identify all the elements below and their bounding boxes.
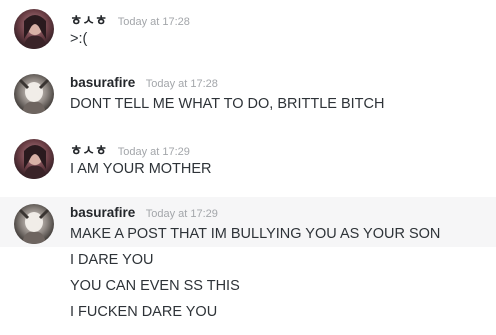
message-text: YOU CAN EVEN SS THIS bbox=[70, 278, 240, 294]
message-text: I AM YOUR MOTHER bbox=[70, 161, 212, 177]
message-header: ㅎㅅㅎ Today at 17:28 bbox=[70, 9, 190, 28]
timestamp: Today at 17:28 bbox=[117, 16, 190, 28]
message-text: I DARE YOU bbox=[70, 252, 154, 268]
avatar[interactable] bbox=[14, 139, 54, 179]
username[interactable]: ㅎㅅㅎ bbox=[70, 143, 107, 158]
user-avatar-image bbox=[14, 74, 54, 114]
user-avatar-image bbox=[14, 9, 54, 49]
avatar[interactable] bbox=[14, 9, 54, 49]
message-header: basurafire Today at 17:28 bbox=[70, 74, 218, 92]
message-text: I FUCKEN DARE YOU bbox=[70, 304, 218, 320]
user-avatar-image bbox=[14, 139, 54, 179]
message-text: DONT TELL ME WHAT TO DO, BRITTLE BITCH bbox=[70, 96, 385, 112]
timestamp: Today at 17:29 bbox=[145, 208, 218, 220]
message-group: ㅎㅅㅎ Today at 17:29 I AM YOUR MOTHER bbox=[0, 130, 496, 190]
timestamp: Today at 17:28 bbox=[145, 78, 218, 90]
chat-message-list: ㅎㅅㅎ Today at 17:28 >:( basurafire Today … bbox=[0, 0, 496, 335]
message-text: MAKE A POST THAT IM BULLYING YOU AS YOUR… bbox=[70, 226, 441, 242]
username[interactable]: ㅎㅅㅎ bbox=[70, 13, 107, 28]
message-header: ㅎㅅㅎ Today at 17:29 bbox=[70, 139, 190, 158]
timestamp: Today at 17:29 bbox=[117, 146, 190, 158]
message-group: basurafire Today at 17:29 MAKE A POST TH… bbox=[0, 195, 496, 335]
username[interactable]: basurafire bbox=[70, 205, 135, 220]
avatar[interactable] bbox=[14, 74, 54, 114]
user-avatar-image bbox=[14, 204, 54, 244]
message-header: basurafire Today at 17:29 bbox=[70, 204, 218, 222]
message-text: >:( bbox=[70, 31, 88, 47]
message-group: ㅎㅅㅎ Today at 17:28 >:( bbox=[0, 0, 496, 60]
username[interactable]: basurafire bbox=[70, 75, 135, 90]
message-group: basurafire Today at 17:28 DONT TELL ME W… bbox=[0, 65, 496, 125]
avatar[interactable] bbox=[14, 204, 54, 244]
